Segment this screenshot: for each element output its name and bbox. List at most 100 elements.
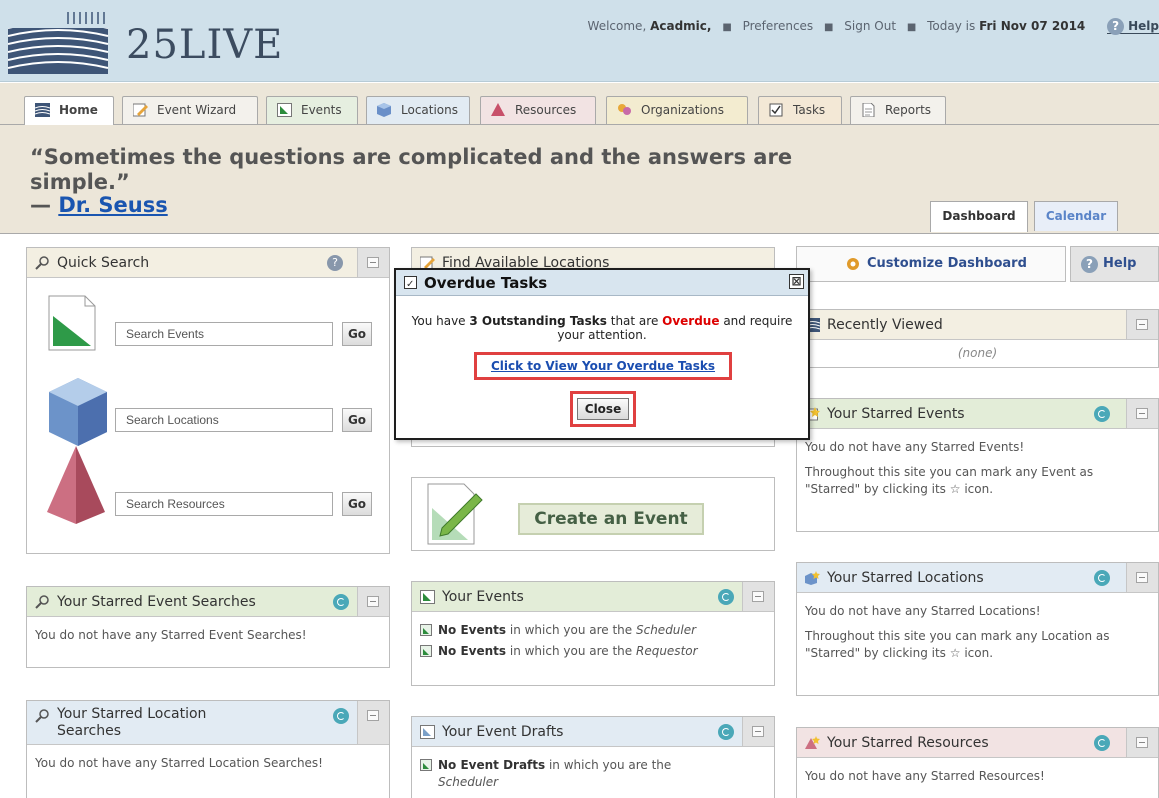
- overdue-tasks-dialog: Overdue Tasks ⊠ You have 3 Outstanding T…: [394, 268, 810, 440]
- panel-header: Your Starred Location Searches: [27, 701, 389, 745]
- create-event-button[interactable]: Create an Event: [518, 503, 704, 535]
- minus-icon: [367, 257, 379, 268]
- help-icon[interactable]: ?: [327, 255, 343, 271]
- events-requestor-line[interactable]: No Events in which you are the Requestor: [420, 643, 766, 660]
- locations-cube-icon: [49, 378, 107, 446]
- your-events-panel: Your Events No Events in which you are t…: [411, 581, 775, 686]
- tab-event-wizard[interactable]: Event Wizard: [122, 96, 258, 124]
- separator: ■: [722, 22, 732, 33]
- tasks-checkbox-icon: [404, 272, 417, 298]
- search-locations-go-button[interactable]: Go: [342, 408, 372, 432]
- collapse-button[interactable]: [357, 701, 389, 744]
- magnifier-icon: [35, 595, 49, 609]
- panel-header: Your Event Drafts: [412, 717, 774, 747]
- dialog-close-icon[interactable]: ⊠: [789, 274, 804, 289]
- customize-dashboard-label: Customize Dashboard: [867, 256, 1027, 271]
- search-resources-input[interactable]: Search Resources: [115, 492, 333, 516]
- tab-events-label: Events: [301, 103, 342, 117]
- empty-message: You do not have any Starred Events!: [805, 440, 1025, 454]
- starred-resources-title: Your Starred Resources: [827, 735, 989, 751]
- starred-location-searches-title-line2: Searches: [57, 723, 122, 739]
- dialog-close-button[interactable]: Close: [577, 398, 629, 420]
- tab-reports[interactable]: Reports: [850, 96, 946, 124]
- panel-header: Your Starred Events: [797, 399, 1158, 429]
- event-drafts-title: Your Event Drafts: [442, 724, 564, 740]
- minus-icon: [752, 726, 764, 737]
- dashboard-help-button[interactable]: ? Help: [1070, 246, 1159, 282]
- tab-organizations[interactable]: Organizations: [606, 96, 748, 124]
- search-events-go-button[interactable]: Go: [342, 322, 372, 346]
- msg-count: 3 Outstanding Tasks: [469, 314, 607, 328]
- line-role: Scheduler: [635, 623, 697, 637]
- search-resources-go-button[interactable]: Go: [342, 492, 372, 516]
- create-event-icon: [427, 483, 483, 545]
- panel-header: Recently Viewed: [797, 310, 1158, 340]
- tab-calendar[interactable]: Calendar: [1034, 201, 1118, 231]
- pyramid-icon: [491, 103, 505, 116]
- today-prefix: Today is: [927, 19, 976, 33]
- quote-author-link[interactable]: Dr. Seuss: [58, 193, 167, 217]
- refresh-icon[interactable]: [718, 724, 734, 740]
- line-role: Requestor: [635, 644, 698, 658]
- search-events-input[interactable]: Search Events: [115, 322, 333, 346]
- starred-event-searches-panel: Your Starred Event Searches You do not h…: [26, 586, 390, 668]
- minus-icon: [1136, 737, 1148, 748]
- dashboard-controls: Customize Dashboard ? Help: [796, 246, 1159, 282]
- tab-locations[interactable]: Locations: [366, 96, 470, 124]
- line-bold: No Events: [438, 623, 507, 637]
- collapse-button[interactable]: [1126, 728, 1158, 757]
- header-help-link[interactable]: ? Help: [1107, 18, 1159, 35]
- quick-search-title: Quick Search: [57, 255, 150, 271]
- tab-home-label: Home: [59, 103, 98, 117]
- collapse-button[interactable]: [357, 587, 389, 616]
- organizations-icon: [618, 104, 631, 115]
- tab-resources[interactable]: Resources: [480, 96, 596, 124]
- tasks-checkbox-icon: [769, 103, 783, 117]
- refresh-icon[interactable]: [1094, 735, 1110, 751]
- collapse-button[interactable]: [1126, 310, 1158, 339]
- refresh-icon[interactable]: [1094, 406, 1110, 422]
- view-overdue-tasks-link[interactable]: Click to View Your Overdue Tasks: [491, 359, 715, 373]
- collapse-button[interactable]: [1126, 399, 1158, 428]
- welcome-prefix: Welcome,: [587, 19, 647, 33]
- starred-event-searches-title: Your Starred Event Searches: [57, 594, 256, 610]
- refresh-icon[interactable]: [1094, 570, 1110, 586]
- refresh-icon[interactable]: [333, 708, 349, 724]
- panel-body: You do not have any Starred Event Search…: [27, 617, 389, 662]
- help-icon: ?: [1081, 256, 1098, 273]
- quote-dash: —: [30, 193, 51, 217]
- customize-dashboard-button[interactable]: Customize Dashboard: [796, 246, 1066, 282]
- preferences-link[interactable]: Preferences: [743, 19, 814, 33]
- logo[interactable]: 25LIVE: [8, 8, 308, 76]
- sign-out-link[interactable]: Sign Out: [844, 19, 896, 33]
- refresh-icon[interactable]: [333, 594, 349, 610]
- empty-message: You do not have any Starred Location Sea…: [35, 756, 323, 770]
- drafts-scheduler-line[interactable]: No Event Drafts in which you are the Sche…: [420, 757, 766, 791]
- today-date: Fri Nov 07 2014: [979, 19, 1086, 33]
- tab-events[interactable]: Events: [266, 96, 358, 124]
- line-bold: No Events: [438, 644, 507, 658]
- magnifier-icon: [35, 256, 49, 270]
- events-scheduler-line[interactable]: No Events in which you are the Scheduler: [420, 622, 766, 639]
- tab-dashboard[interactable]: Dashboard: [930, 201, 1028, 232]
- starred-locations-title: Your Starred Locations: [827, 570, 984, 586]
- search-locations-input[interactable]: Search Locations: [115, 408, 333, 432]
- tab-baseline: [0, 124, 1159, 125]
- tab-tasks[interactable]: Tasks: [758, 96, 842, 124]
- events-icon: [420, 725, 435, 739]
- empty-message: You do not have any Starred Event Search…: [35, 628, 307, 642]
- collapse-button[interactable]: [742, 582, 774, 611]
- collapse-button[interactable]: [357, 248, 389, 277]
- collapse-button[interactable]: [742, 717, 774, 746]
- collapse-button[interactable]: [1126, 563, 1158, 592]
- tab-home[interactable]: Home: [24, 96, 114, 125]
- starred-locations-icon: [805, 571, 820, 585]
- logo-stripes-icon: [8, 8, 109, 74]
- magnifier-icon: [35, 709, 49, 723]
- tab-tasks-label: Tasks: [793, 103, 826, 117]
- starred-events-panel: Your Starred Events You do not have any …: [796, 398, 1159, 532]
- your-events-title: Your Events: [442, 589, 524, 605]
- dialog-title: Overdue Tasks: [424, 274, 548, 292]
- panel-header: Your Events: [412, 582, 774, 612]
- refresh-icon[interactable]: [718, 589, 734, 605]
